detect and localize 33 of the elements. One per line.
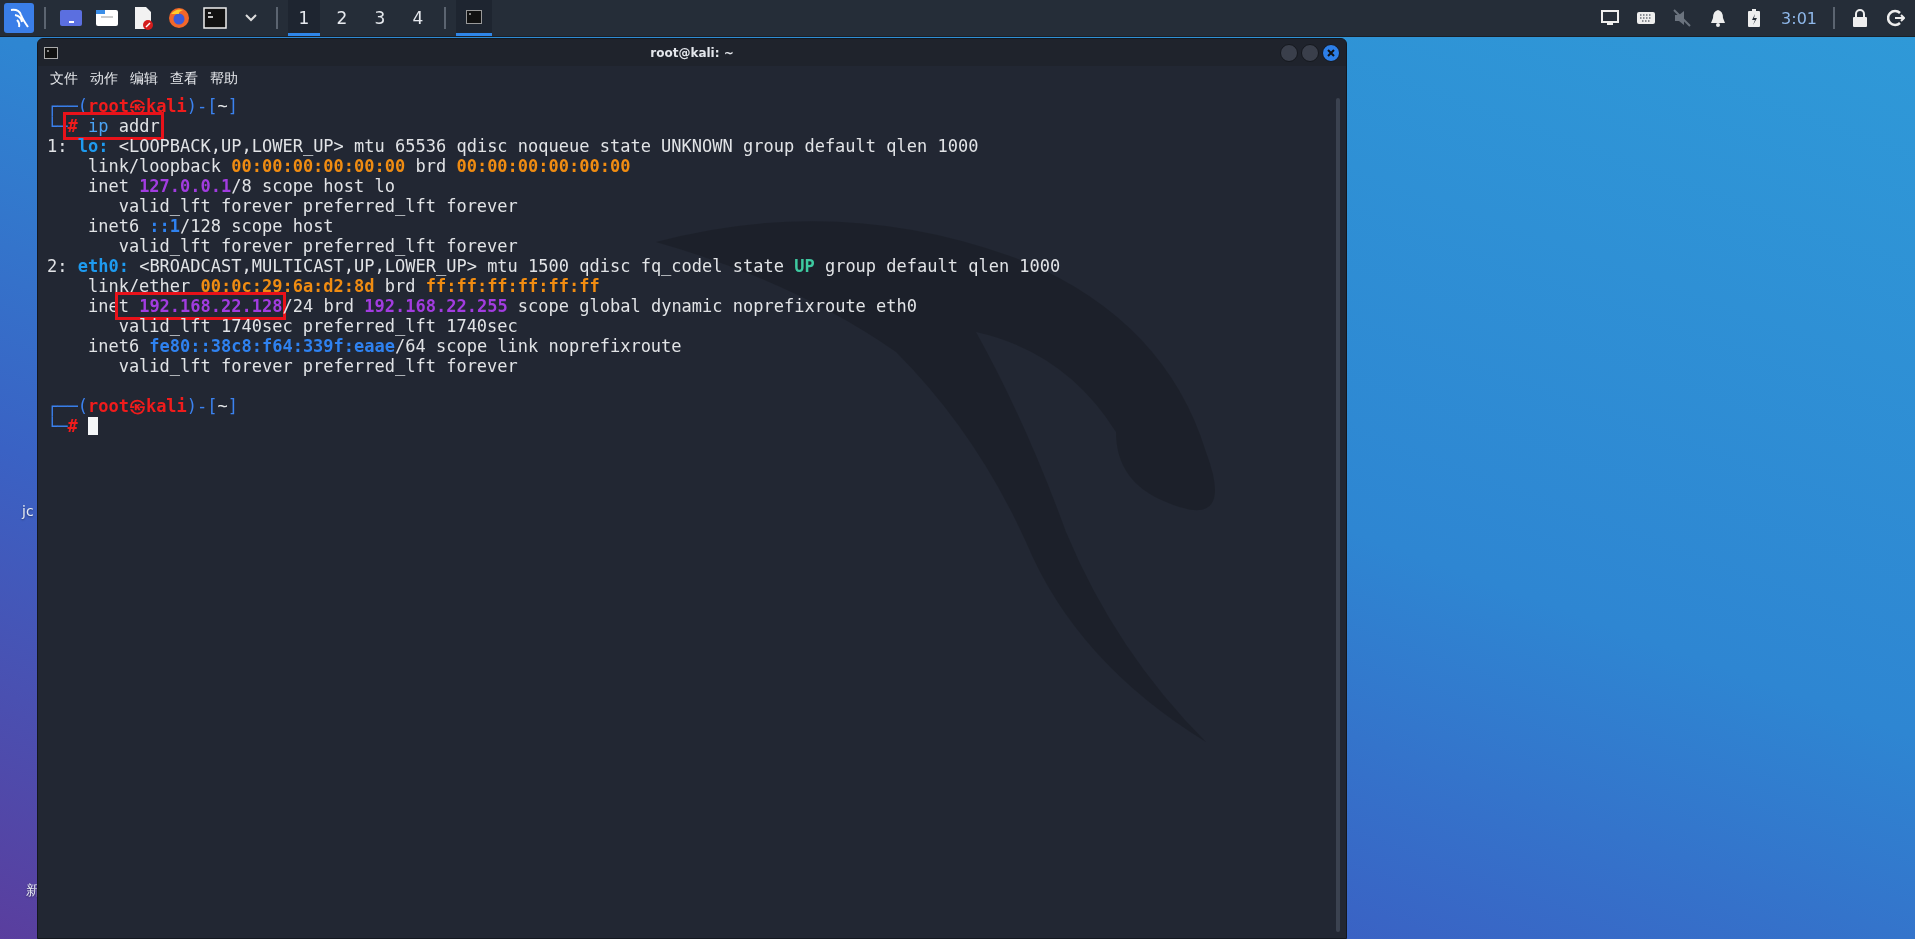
menu-item[interactable]: 动作 <box>84 70 124 88</box>
text-cursor <box>87 417 98 435</box>
terminal-line: inet6 ::1/128 scope host <box>86 216 335 236</box>
terminal-line: ┌──(root㉿kali)-[~] <box>47 96 240 116</box>
terminal-line: inet 127.0.0.1/8 scope host lo <box>86 176 396 196</box>
terminal-line: inet6 fe80::38c8:f64:339f:eaae/64 scope link noprefixroute <box>86 336 683 356</box>
kali-menu-icon[interactable] <box>4 3 34 33</box>
terminal-icon <box>44 46 58 59</box>
desktop-icon-label[interactable]: jc <box>22 503 34 519</box>
workspace-button[interactable]: 3 <box>364 0 396 36</box>
terminal-line: 2: eth0: <BROADCAST,MULTICAST,UP,LOWER_UP> mtu 1500 qdisc fq_codel state UP group default qlen 1000 <box>47 256 1062 276</box>
close-icon <box>1327 48 1335 57</box>
workspace-button[interactable]: 1 <box>288 0 320 36</box>
workspace-button[interactable]: 4 <box>402 0 434 36</box>
clock[interactable]: 3:01 <box>1781 8 1817 28</box>
menu-item[interactable]: 文件 <box>44 70 84 88</box>
menu-item[interactable]: 查看 <box>164 70 204 88</box>
menu-item[interactable]: 编辑 <box>124 70 164 88</box>
menu-item[interactable]: 帮助 <box>204 70 244 88</box>
terminal-icon <box>466 9 482 24</box>
terminal-line: 1: lo: <LOOPBACK,UP,LOWER_UP> mtu 65536 qdisc noqueue state UNKNOWN group default qlen 1000 <box>47 136 980 156</box>
close-button[interactable] <box>1322 43 1340 62</box>
terminal-line: link/loopback 00:00:00:00:00:00 brd 00:00:00:00:00:00 <box>86 156 632 176</box>
terminal-line: ┌──(root㉿kali)-[~] <box>47 396 240 416</box>
terminal-line: link/ether 00:0c:29:6a:d2:8d brd ff:ff:ff:ff:ff:ff <box>86 276 601 296</box>
window-title: root@kali: ~ <box>650 45 734 60</box>
terminal-line: valid_lft 1740sec preferred_lft 1740sec <box>117 316 519 336</box>
terminal-task-button[interactable] <box>456 0 492 36</box>
terminal-line: valid_lft forever preferred_lft forever <box>117 236 519 256</box>
terminal-line: └─# <box>47 416 1346 436</box>
workspace-button[interactable]: 2 <box>326 0 358 36</box>
terminal-line: valid_lft forever preferred_lft forever <box>117 196 519 216</box>
terminal-line: valid_lft forever preferred_lft forever <box>117 356 519 376</box>
